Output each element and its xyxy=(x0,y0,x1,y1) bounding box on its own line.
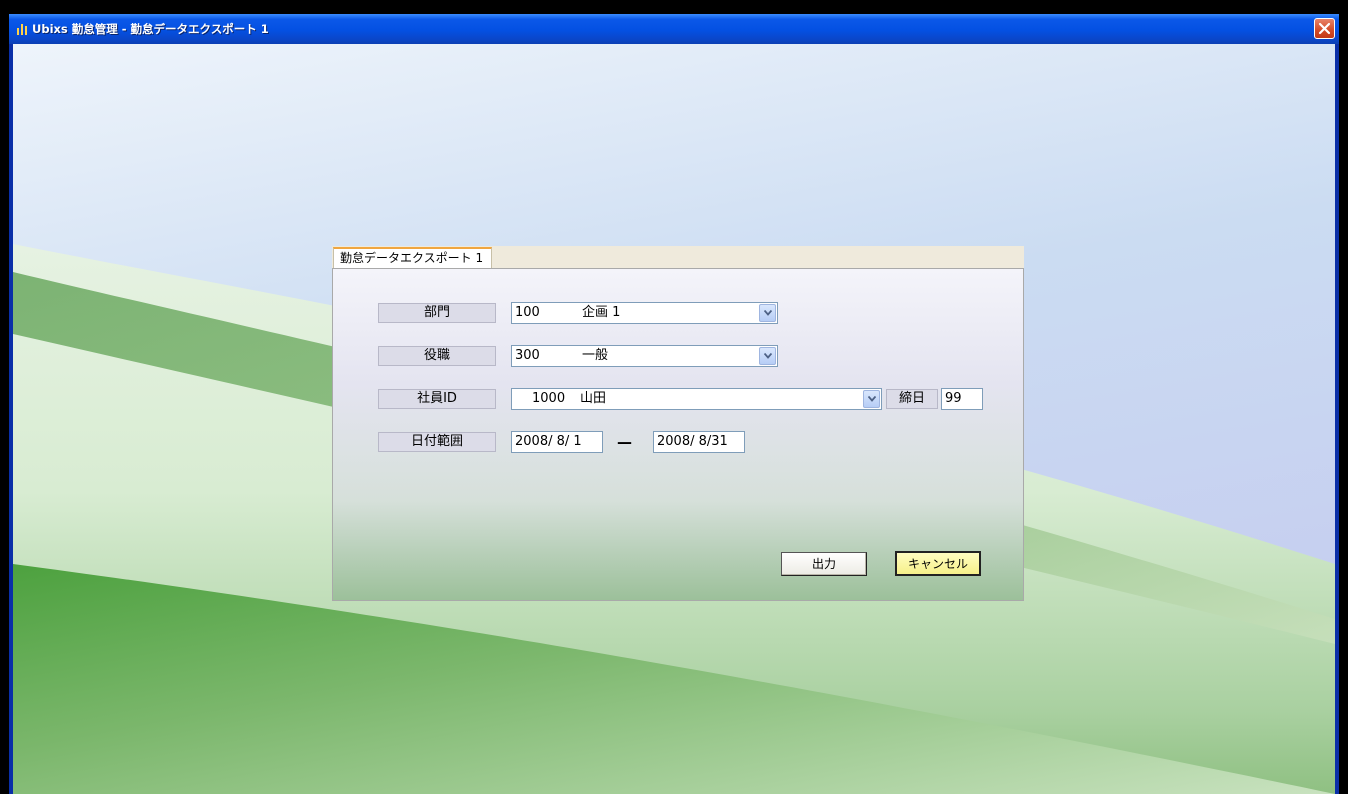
title-bar[interactable]: Ubixs 勤怠管理 - 勤怠データエクスポート 1 xyxy=(9,14,1339,44)
panel-body: 部門 100 企画 1 役職 300 一般 社員ID 1000 山田 締日 99… xyxy=(332,268,1024,601)
employee-id-label: 社員ID xyxy=(378,389,496,409)
position-select[interactable]: 300 一般 xyxy=(511,345,778,367)
window-title: Ubixs 勤怠管理 - 勤怠データエクスポート 1 xyxy=(32,22,269,36)
date-from-input[interactable]: 2008/ 8/ 1 xyxy=(511,431,603,453)
close-icon xyxy=(1318,22,1331,35)
employee-select[interactable]: 1000 山田 xyxy=(511,388,882,410)
position-dropdown-button[interactable] xyxy=(759,347,776,365)
employee-name: 山田 xyxy=(580,391,607,406)
employee-dropdown-button[interactable] xyxy=(863,390,880,408)
tab-attendance-export[interactable]: 勤怠データエクスポート 1 xyxy=(333,247,493,269)
employee-code: 1000 xyxy=(532,391,566,406)
date-from-value: 2008/ 8/ 1 xyxy=(515,434,582,449)
date-to-input[interactable]: 2008/ 8/31 xyxy=(653,431,745,453)
chevron-down-icon xyxy=(868,396,876,402)
department-name: 企画 1 xyxy=(582,305,621,320)
closing-day-value: 99 xyxy=(945,391,962,406)
department-select[interactable]: 100 企画 1 xyxy=(511,302,778,324)
output-button[interactable]: 出力 xyxy=(781,552,867,576)
client-area: 勤怠データエクスポート 1 部門 100 企画 1 役職 300 一般 社員ID… xyxy=(13,44,1335,794)
position-code: 300 xyxy=(515,348,540,363)
chevron-down-icon xyxy=(764,353,772,359)
export-panel: 勤怠データエクスポート 1 部門 100 企画 1 役職 300 一般 社員ID… xyxy=(332,246,1024,601)
chevron-down-icon xyxy=(764,310,772,316)
closing-day-input[interactable]: 99 xyxy=(941,388,983,410)
app-window: Ubixs 勤怠管理 - 勤怠データエクスポート 1 勤怠データエクスポート 1… xyxy=(9,14,1339,794)
close-button[interactable] xyxy=(1314,18,1335,39)
position-label: 役職 xyxy=(378,346,496,366)
department-code: 100 xyxy=(515,305,540,320)
department-dropdown-button[interactable] xyxy=(759,304,776,322)
date-range-separator: — xyxy=(617,433,632,451)
app-logo-icon xyxy=(17,22,29,35)
department-label: 部門 xyxy=(378,303,496,323)
tab-strip: 勤怠データエクスポート 1 xyxy=(332,246,1024,269)
cancel-button[interactable]: キャンセル xyxy=(895,551,981,576)
date-to-value: 2008/ 8/31 xyxy=(657,434,728,449)
position-name: 一般 xyxy=(582,348,609,363)
date-range-label: 日付範囲 xyxy=(378,432,496,452)
closing-day-label: 締日 xyxy=(886,389,938,409)
